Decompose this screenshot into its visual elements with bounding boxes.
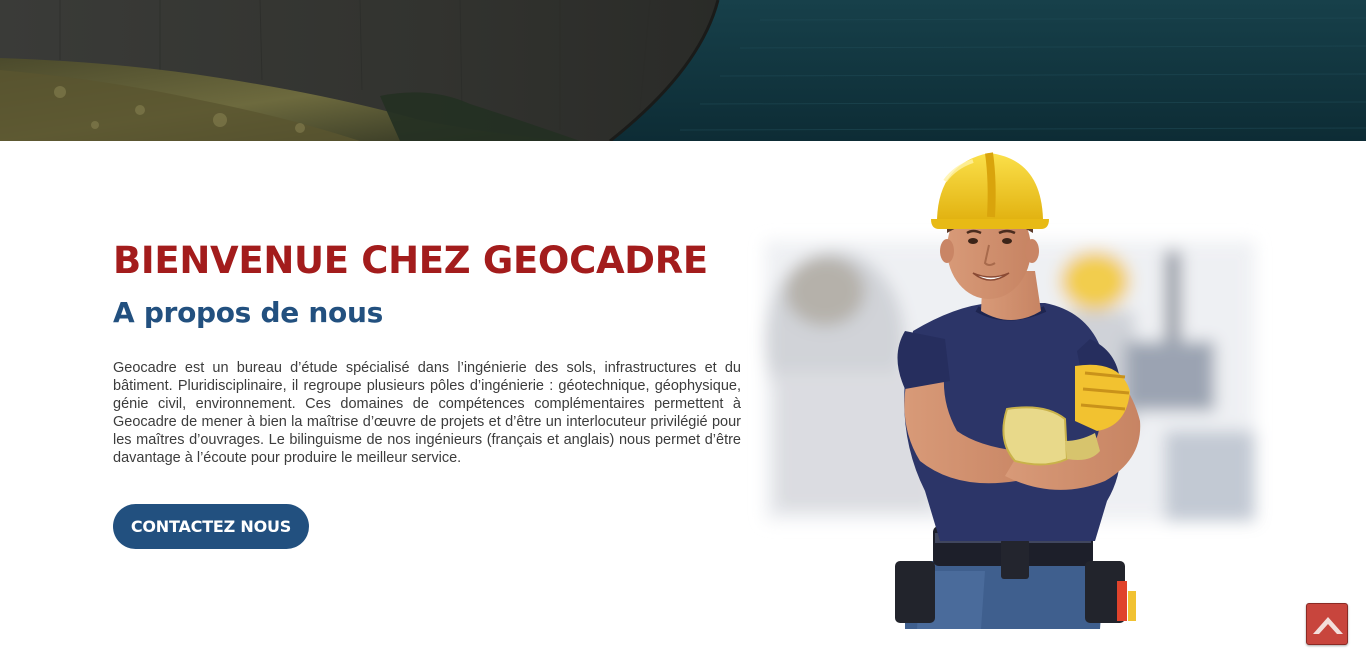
construction-worker-illustration xyxy=(765,152,1255,629)
arrow-up-icon xyxy=(1313,617,1343,634)
welcome-title: BIENVENUE CHEZ GEOCADRE xyxy=(113,239,708,282)
contact-us-button[interactable]: CONTACTEZ NOUS xyxy=(113,504,309,549)
hero-image xyxy=(0,0,1366,141)
scroll-to-top-button[interactable] xyxy=(1306,603,1348,645)
about-description: Geocadre est un bureau d’étude spécialis… xyxy=(113,360,741,466)
hero-banner xyxy=(0,0,1366,141)
section-title: A propos de nous xyxy=(113,296,383,329)
